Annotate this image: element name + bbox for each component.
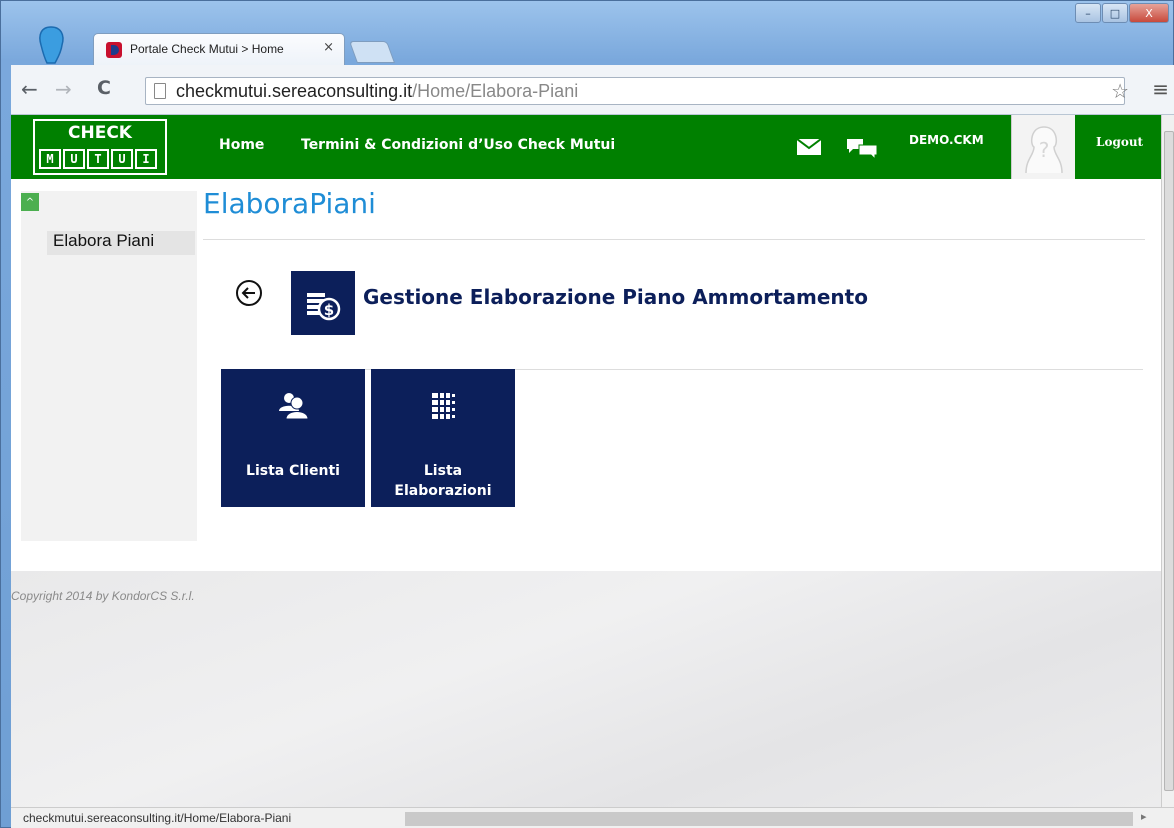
logo-letter: U [63, 149, 85, 169]
users-icon [279, 393, 309, 420]
nav-terms-link[interactable]: Termini & Condizioni d’Uso Check Mutui [301, 137, 615, 153]
section-title: Gestione Elaborazione Piano Ammortamento [363, 285, 868, 309]
tile-lista-clienti[interactable]: Lista Clienti [221, 369, 365, 507]
tile-label: Lista Elaborazioni [394, 463, 492, 499]
copyright-text: Copyright 2014 by KondorCS S.r.l. [11, 589, 195, 603]
minimize-button[interactable]: – [1075, 3, 1101, 23]
profile-avatar-icon[interactable] [35, 25, 67, 65]
maximize-button[interactable]: □ [1102, 3, 1128, 23]
tab-close-icon[interactable]: × [323, 40, 334, 55]
page-title: ElaboraPiani [203, 187, 376, 220]
browser-menu-icon[interactable]: ≡ [1152, 77, 1169, 101]
sidebar-item-elabora-piani[interactable]: Elabora Piani [47, 231, 195, 255]
logo-letter: M [39, 149, 61, 169]
money-icon: $ [307, 293, 341, 321]
scroll-right-arrow-icon[interactable]: ▸ [1141, 810, 1147, 823]
footer-background [11, 571, 1161, 807]
user-avatar[interactable]: ? [1011, 115, 1075, 179]
url-host: checkmutui.sereaconsulting.it [176, 81, 413, 101]
vertical-scrollbar-thumb[interactable] [1164, 131, 1174, 791]
grid-list-icon [432, 393, 455, 419]
horizontal-scrollbar[interactable] [405, 812, 1133, 826]
sidebar-collapse-toggle[interactable]: ^ [21, 193, 39, 211]
tab-title: Portale Check Mutui > Home [130, 42, 284, 56]
avatar-placeholder-icon: ? [1025, 126, 1063, 174]
check-mutui-logo[interactable]: CHECK M U T U I [33, 119, 167, 175]
page-icon [154, 83, 166, 99]
status-bar: checkmutui.sereaconsulting.it/Home/Elabo… [11, 807, 1174, 828]
logo-check-text: CHECK [68, 123, 132, 143]
logo-letter: T [87, 149, 109, 169]
tile-label: Lista Clienti [246, 463, 340, 479]
browser-toolbar: ← → C checkmutui.sereaconsulting.it/Home… [11, 65, 1174, 115]
forward-button[interactable]: → [55, 77, 72, 101]
logo-letter-boxes: M U T U I [39, 149, 157, 169]
close-window-button[interactable]: X [1129, 3, 1169, 23]
svg-text:?: ? [1039, 138, 1050, 162]
back-button[interactable]: ← [21, 77, 38, 101]
reload-button[interactable]: C [97, 77, 111, 99]
svg-text:$: $ [324, 301, 334, 319]
content-panel: ^ Elabora Piani ElaboraPiani $ Gestione … [11, 179, 1161, 571]
logo-letter: U [111, 149, 133, 169]
logo-letter: I [135, 149, 157, 169]
site-header: CHECK M U T U I Home Termini & Condizion… [11, 115, 1161, 179]
tile-lista-elaborazioni[interactable]: Lista Elaborazioni [371, 369, 515, 507]
section-badge: $ [291, 271, 355, 335]
title-bar: Portale Check Mutui > Home × – □ X [1, 1, 1173, 65]
site-favicon-icon [106, 42, 122, 58]
mail-icon[interactable] [797, 139, 821, 155]
vertical-scrollbar[interactable] [1161, 115, 1174, 807]
sidebar: ^ Elabora Piani [21, 191, 197, 541]
address-bar[interactable]: checkmutui.sereaconsulting.it/Home/Elabo… [145, 77, 1125, 105]
back-arrow-icon[interactable] [235, 279, 263, 307]
username-label[interactable]: DEMO.CKM [909, 133, 984, 147]
browser-window: Portale Check Mutui > Home × – □ X ← → C… [0, 0, 1174, 828]
title-divider [203, 239, 1145, 240]
window-controls: – □ X [1075, 3, 1169, 23]
url-path: /Home/Elabora-Piani [412, 81, 579, 101]
logout-link[interactable]: Logout [1096, 135, 1143, 149]
nav-home-link[interactable]: Home [219, 137, 264, 153]
status-url: checkmutui.sereaconsulting.it/Home/Elabo… [23, 811, 292, 825]
url-text: checkmutui.sereaconsulting.it/Home/Elabo… [176, 81, 578, 102]
tab-portale-check-mutui[interactable]: Portale Check Mutui > Home × [93, 33, 345, 65]
new-tab-button[interactable] [348, 41, 396, 63]
page-viewport: CHECK M U T U I Home Termini & Condizion… [11, 115, 1161, 807]
bookmark-star-icon[interactable]: ☆ [1111, 79, 1129, 103]
chat-icon[interactable] [847, 137, 877, 159]
